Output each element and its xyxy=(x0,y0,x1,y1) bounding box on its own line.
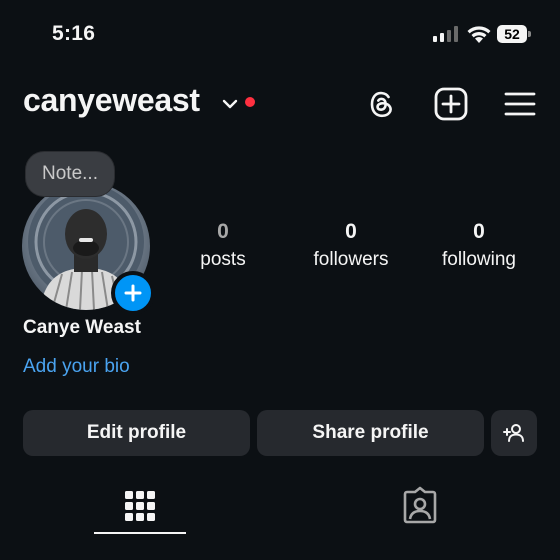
display-name: Canye Weast xyxy=(23,317,141,338)
note-bubble[interactable]: Note... xyxy=(26,152,114,196)
discover-people-button[interactable] xyxy=(491,410,537,456)
cellular-signal-icon xyxy=(433,26,458,42)
followers-label: followers xyxy=(313,249,389,270)
add-person-icon xyxy=(503,424,524,442)
notification-dot xyxy=(245,97,255,107)
new-post-icon[interactable] xyxy=(433,86,469,122)
add-story-icon[interactable] xyxy=(111,271,155,315)
active-tab-indicator xyxy=(94,532,186,534)
edit-profile-button[interactable]: Edit profile xyxy=(23,410,250,456)
wifi-icon xyxy=(466,24,492,44)
battery-level: 52 xyxy=(497,25,527,43)
following-value: 0 xyxy=(473,220,485,243)
tab-posts-grid[interactable] xyxy=(120,486,160,526)
menu-icon[interactable] xyxy=(502,86,538,122)
posts-value: 0 xyxy=(217,220,229,243)
add-bio-link[interactable]: Add your bio xyxy=(23,356,130,378)
threads-icon[interactable] xyxy=(364,86,400,122)
share-profile-button[interactable]: Share profile xyxy=(257,410,484,456)
followers-value: 0 xyxy=(345,220,357,243)
battery-icon: 52 xyxy=(497,25,531,45)
status-time: 5:16 xyxy=(52,22,96,45)
following-label: following xyxy=(442,249,516,270)
chevron-down-icon[interactable] xyxy=(222,97,238,109)
posts-count: 0 posts xyxy=(168,218,278,271)
grid-icon xyxy=(125,491,155,521)
account-switcher[interactable]: canyeweast xyxy=(23,82,200,119)
followers-count[interactable]: 0 followers xyxy=(296,218,406,271)
posts-label: posts xyxy=(200,249,246,270)
following-count[interactable]: 0 following xyxy=(424,218,534,271)
tab-tagged[interactable] xyxy=(400,486,440,526)
tagged-icon xyxy=(403,486,437,524)
